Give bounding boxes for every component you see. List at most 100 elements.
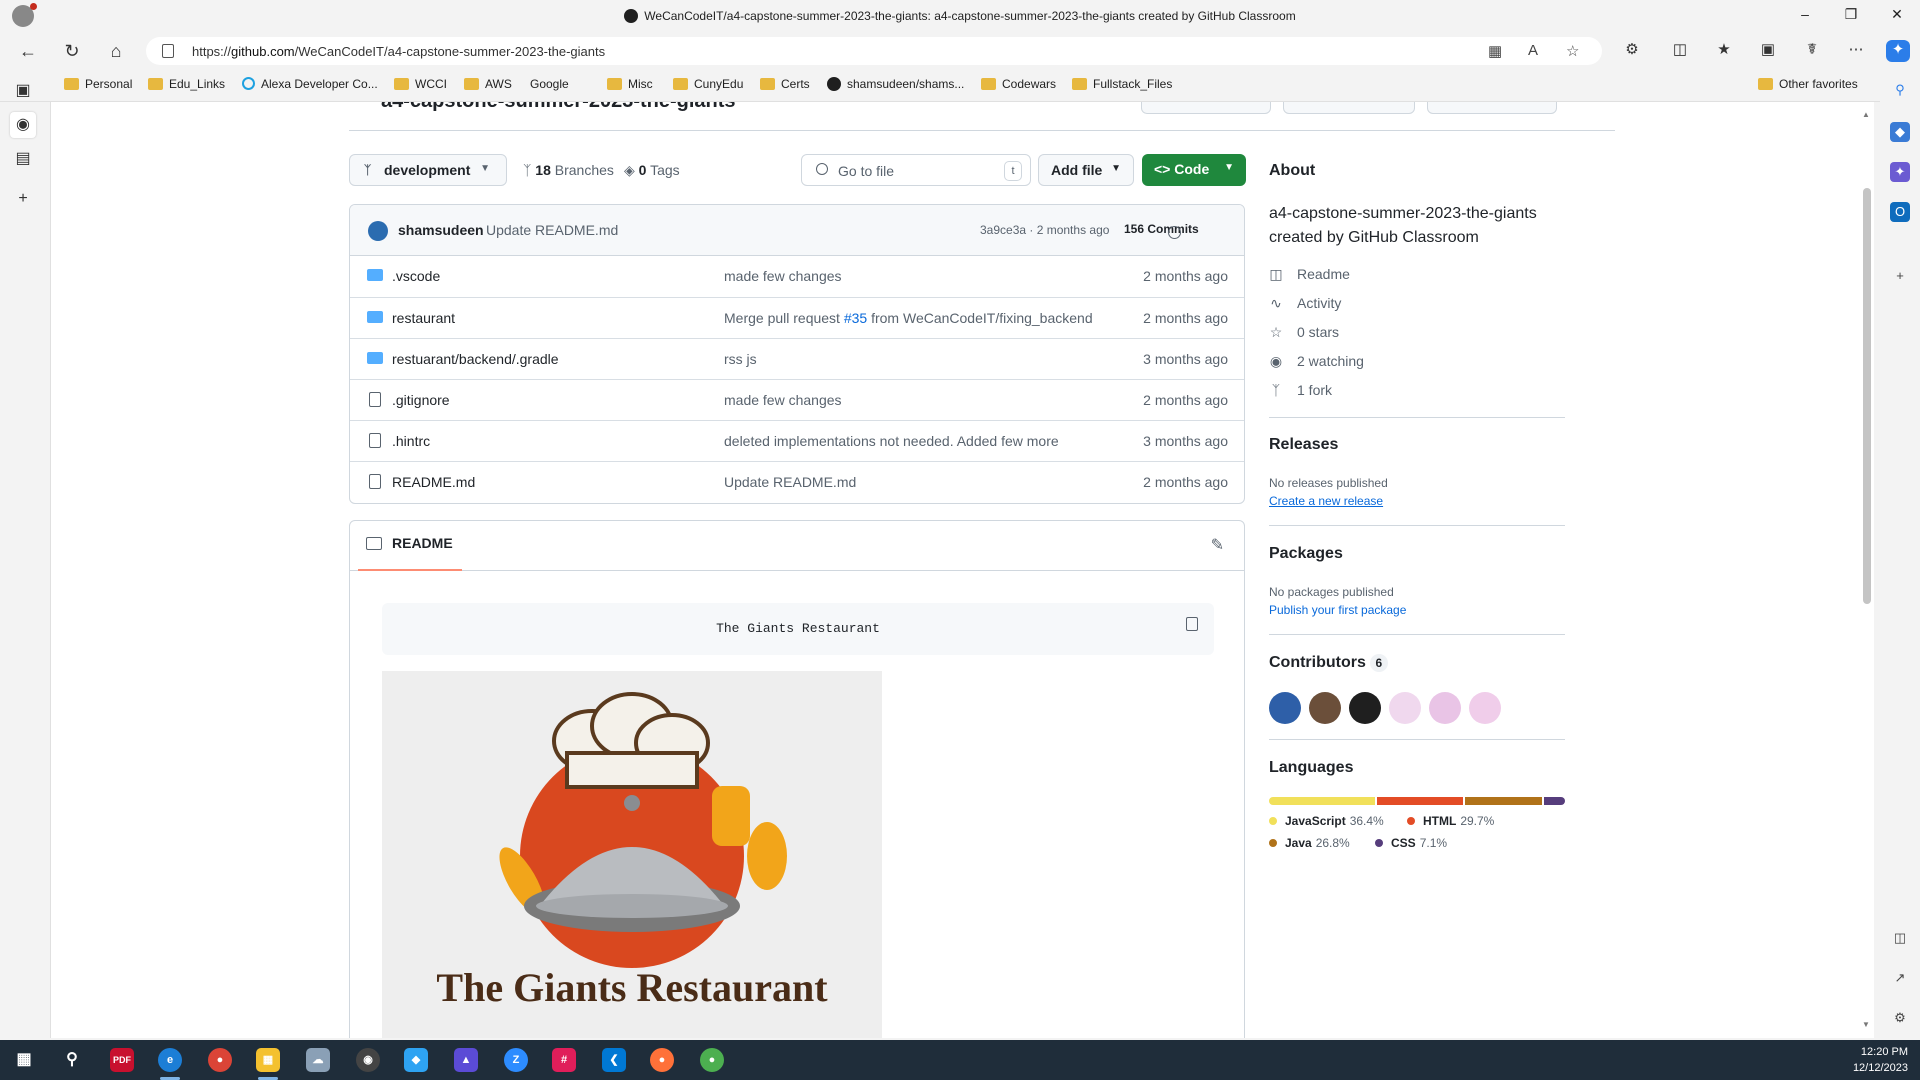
firefox-icon[interactable]: ● — [650, 1048, 674, 1072]
favorite-item[interactable]: Personal — [64, 77, 132, 91]
commits-link[interactable]: 156 Commits — [1124, 222, 1199, 239]
repo-title[interactable]: a4-capstone-summer-2023-the-giants — [381, 102, 736, 113]
scrollbar-thumb[interactable] — [1863, 188, 1871, 604]
add-file-button[interactable]: Add file ▼ — [1038, 154, 1134, 186]
scroll-up-arrow[interactable]: ▲ — [1862, 110, 1870, 119]
system-clock[interactable]: 12:20 PM 12/12/2023 — [1853, 1044, 1908, 1076]
search-icon[interactable]: ⚲ — [1890, 80, 1910, 100]
file-name[interactable]: restuarant/backend/.gradle — [392, 351, 559, 367]
favorites-icon[interactable]: ★ — [1712, 40, 1736, 62]
home-button[interactable]: ⌂ — [103, 39, 129, 63]
avatar[interactable] — [1469, 692, 1501, 724]
split-screen-icon[interactable]: ◫ — [1668, 40, 1692, 62]
publish-package-link[interactable]: Publish your first package — [1269, 603, 1406, 617]
windows-start-icon[interactable]: ▦ — [12, 1048, 36, 1072]
new-tab-button[interactable]: + — [10, 186, 36, 212]
file-row[interactable]: .hintrc deleted implementations not need… — [350, 420, 1244, 461]
language-item[interactable]: HTML 29.7% — [1407, 814, 1494, 828]
stars-link[interactable]: ☆ 0 stars — [1269, 324, 1339, 341]
language-item[interactable]: CSS 7.1% — [1375, 836, 1447, 850]
file-commit-message[interactable]: Update README.md — [724, 474, 856, 490]
language-item[interactable]: Java 26.8% — [1269, 836, 1350, 850]
commit-hash-time[interactable]: 3a9ce3a · 2 months ago — [980, 223, 1109, 237]
read-aloud-icon[interactable]: A — [1528, 42, 1538, 59]
zoom-icon[interactable]: Z — [504, 1048, 528, 1072]
commit-author[interactable]: shamsudeen — [398, 222, 484, 238]
watch-button[interactable] — [1141, 102, 1271, 114]
scroll-down-arrow[interactable]: ▼ — [1862, 1020, 1870, 1029]
tab-readme[interactable]: README — [358, 535, 462, 571]
language-item[interactable]: JavaScript 36.4% — [1269, 814, 1384, 828]
create-release-link[interactable]: Create a new release — [1269, 494, 1383, 508]
tab-actions-icon[interactable]: ▣ — [10, 78, 36, 104]
add-sidebar-icon[interactable]: + — [1890, 266, 1910, 286]
file-commit-message[interactable]: Merge pull request #35 from WeCanCodeIT/… — [724, 310, 1093, 326]
chrome-icon[interactable]: ● — [208, 1048, 232, 1072]
more-options-icon[interactable]: ⋯ — [1844, 40, 1868, 62]
file-name[interactable]: .hintrc — [392, 433, 430, 449]
other-favorites[interactable]: Other favorites — [1758, 77, 1858, 91]
restore-button[interactable]: ❐ — [1828, 6, 1874, 28]
file-commit-message[interactable]: made few changes — [724, 392, 842, 408]
file-row[interactable]: restuarant/backend/.gradle rss js 3 mont… — [350, 338, 1244, 379]
file-row[interactable]: .vscode made few changes 2 months ago — [350, 256, 1244, 297]
file-commit-message[interactable]: deleted implementations not needed. Adde… — [724, 433, 1059, 449]
copilot-icon[interactable]: ✦ — [1886, 40, 1910, 62]
close-button[interactable]: ✕ — [1874, 6, 1920, 28]
contributors-heading[interactable]: Contributors 6 — [1269, 654, 1388, 672]
branch-selector[interactable]: ᛉ development ▼ — [349, 154, 507, 186]
avatar[interactable] — [1309, 692, 1341, 724]
chrome-canary-icon[interactable]: ● — [700, 1048, 724, 1072]
favorite-item[interactable]: shamsudeen/shams... — [827, 77, 964, 91]
slack-icon[interactable]: # — [552, 1048, 576, 1072]
collections-icon[interactable]: ▣ — [1756, 40, 1780, 62]
forks-link[interactable]: ᛉ 1 fork — [1269, 382, 1332, 398]
file-name[interactable]: .gitignore — [392, 392, 450, 408]
github-tab[interactable]: ◉ — [10, 112, 36, 138]
open-external-icon[interactable]: ↗ — [1890, 968, 1910, 988]
packages-heading[interactable]: Packages — [1269, 545, 1343, 563]
file-row[interactable]: restaurant Merge pull request #35 from W… — [350, 297, 1244, 338]
avatar[interactable] — [1429, 692, 1461, 724]
refresh-button[interactable]: ↻ — [59, 39, 85, 63]
favorite-item[interactable]: AWS — [464, 77, 512, 91]
file-name[interactable]: README.md — [392, 474, 475, 490]
favorite-item[interactable]: Google — [530, 77, 590, 192]
media-app-icon[interactable]: ◉ — [356, 1048, 380, 1072]
file-commit-message[interactable]: rss js — [724, 351, 757, 367]
releases-heading[interactable]: Releases — [1269, 436, 1338, 454]
readme-link[interactable]: ◫ Readme — [1269, 266, 1350, 283]
copy-icon[interactable] — [1186, 617, 1198, 631]
file-name[interactable]: .vscode — [392, 268, 440, 284]
page-scrollbar[interactable]: ▲ ▼ — [1860, 102, 1874, 1038]
favorite-item[interactable]: Codewars — [981, 77, 1056, 91]
back-button[interactable]: ← — [15, 39, 41, 63]
favorite-item[interactable]: Misc — [607, 77, 653, 91]
file-explorer-icon[interactable]: ▦ — [256, 1048, 280, 1072]
activity-link[interactable]: ∿ Activity — [1269, 295, 1341, 312]
file-name[interactable]: restaurant — [392, 310, 455, 326]
shopping-icon[interactable]: ◆ — [1890, 122, 1910, 142]
watching-link[interactable]: ◉ 2 watching — [1269, 353, 1364, 370]
avatar[interactable] — [368, 221, 388, 241]
sidebar-panel-icon[interactable]: ◫ — [1890, 928, 1910, 948]
favorite-item[interactable]: Alexa Developer Co... — [242, 77, 378, 91]
tab-item-icon[interactable]: ▤ — [10, 146, 36, 172]
pull-request-link[interactable]: #35 — [844, 310, 867, 326]
search-icon[interactable]: ⚲ — [60, 1048, 84, 1072]
avatar[interactable] — [1349, 692, 1381, 724]
favorite-item[interactable]: WCCI — [394, 77, 447, 91]
favorite-star-icon[interactable]: ☆ — [1566, 42, 1579, 60]
app-icon[interactable]: ☁ — [306, 1048, 330, 1072]
favorite-item[interactable]: Edu_Links — [148, 77, 225, 91]
file-row[interactable]: .gitignore made few changes 2 months ago — [350, 379, 1244, 420]
extensions-icon[interactable]: ⚙ — [1620, 40, 1644, 62]
app-icon[interactable]: ▲ — [454, 1048, 478, 1072]
pdf-app-icon[interactable]: PDF — [110, 1048, 134, 1072]
branches-link[interactable]: ᛉ 18 Branches — [523, 162, 614, 178]
favorite-item[interactable]: CunyEdu — [673, 77, 743, 91]
outlook-icon[interactable]: O — [1890, 202, 1910, 222]
favorite-item[interactable]: Certs — [760, 77, 810, 91]
edit-pencil-icon[interactable]: ✎ — [1211, 535, 1224, 555]
minimize-button[interactable]: – — [1782, 6, 1828, 28]
